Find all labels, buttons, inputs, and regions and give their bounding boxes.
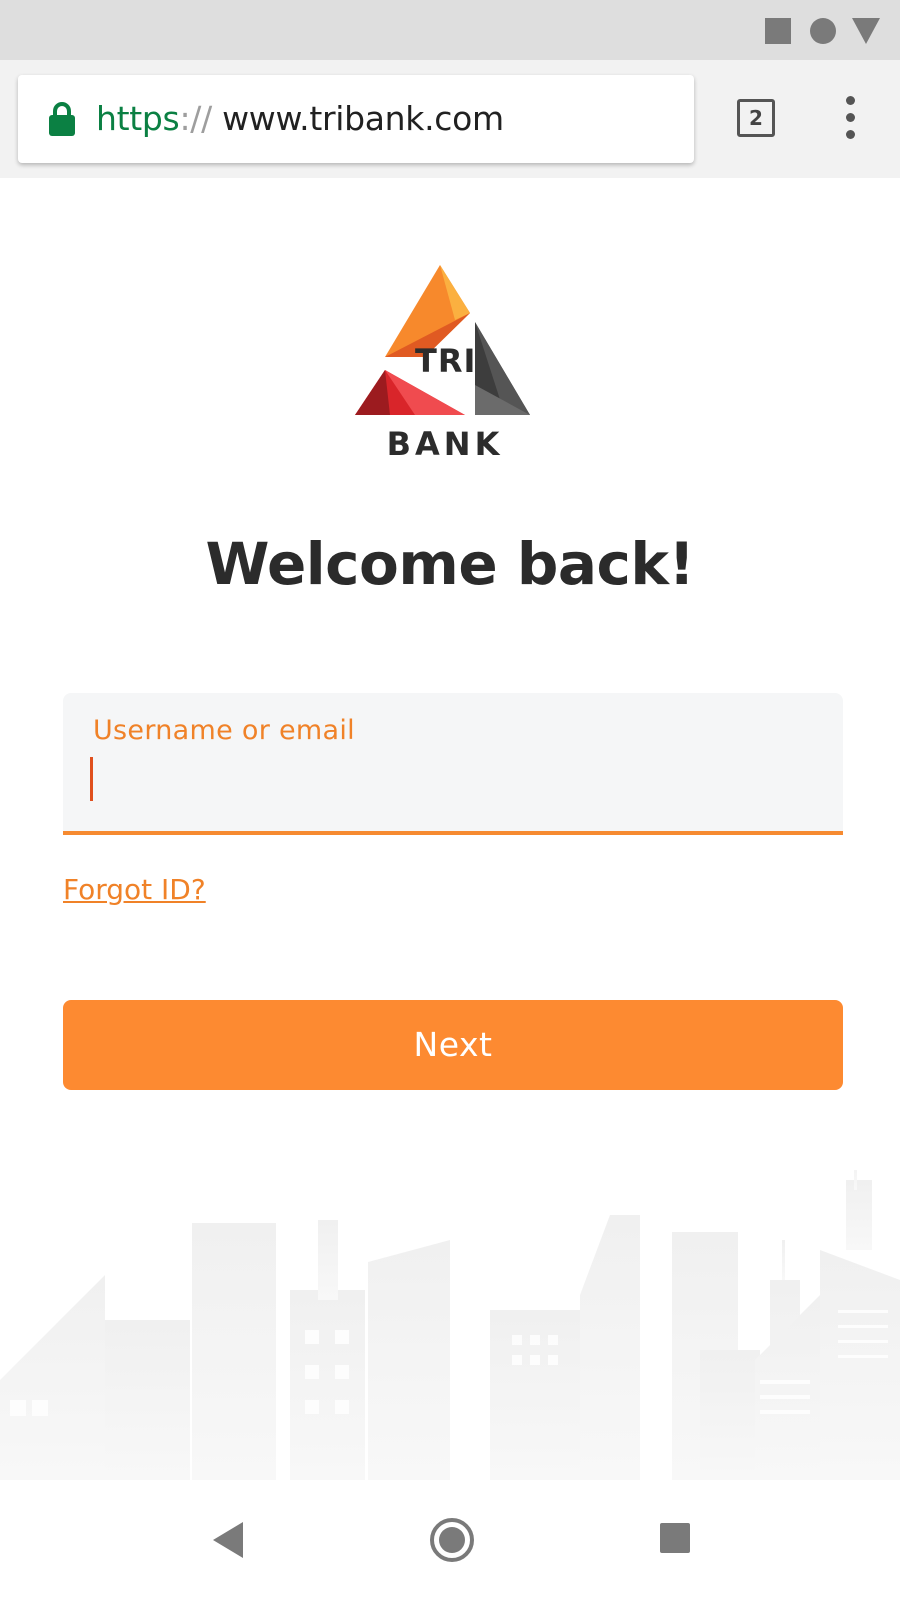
tab-switcher-icon[interactable]: 2: [737, 99, 775, 137]
recents-icon[interactable]: [660, 1523, 690, 1553]
square-icon: [765, 18, 791, 44]
username-label: Username or email: [93, 715, 355, 746]
logo-top-word: TRI: [415, 342, 477, 380]
url-scheme: https: [96, 99, 180, 138]
url-host: www.tribank.com: [222, 99, 504, 138]
more-vert-icon[interactable]: [835, 96, 865, 140]
lock-icon: [49, 102, 75, 136]
url-separator: ://: [179, 99, 212, 138]
back-icon[interactable]: [213, 1522, 243, 1558]
forgot-id-link[interactable]: Forgot ID?: [63, 873, 206, 906]
triangle-icon: [852, 18, 880, 44]
home-icon[interactable]: [430, 1518, 474, 1562]
city-skyline-illustration: [0, 1170, 900, 1480]
system-nav-bar: [0, 1480, 900, 1600]
tribank-logo: TRI BANK: [355, 265, 545, 465]
url-text: https:// www.tribank.com: [96, 97, 504, 141]
browser-toolbar: https:// www.tribank.com 2: [0, 60, 900, 178]
username-input[interactable]: [89, 755, 809, 807]
next-button[interactable]: Next: [63, 1000, 843, 1090]
logo-bottom-word: BANK: [386, 425, 504, 463]
address-bar[interactable]: https:// www.tribank.com: [18, 75, 694, 163]
username-field[interactable]: Username or email: [63, 693, 843, 835]
text-caret: [90, 757, 93, 801]
status-bar: [0, 0, 900, 60]
page-title: Welcome back!: [205, 530, 695, 598]
circle-icon: [810, 18, 836, 44]
